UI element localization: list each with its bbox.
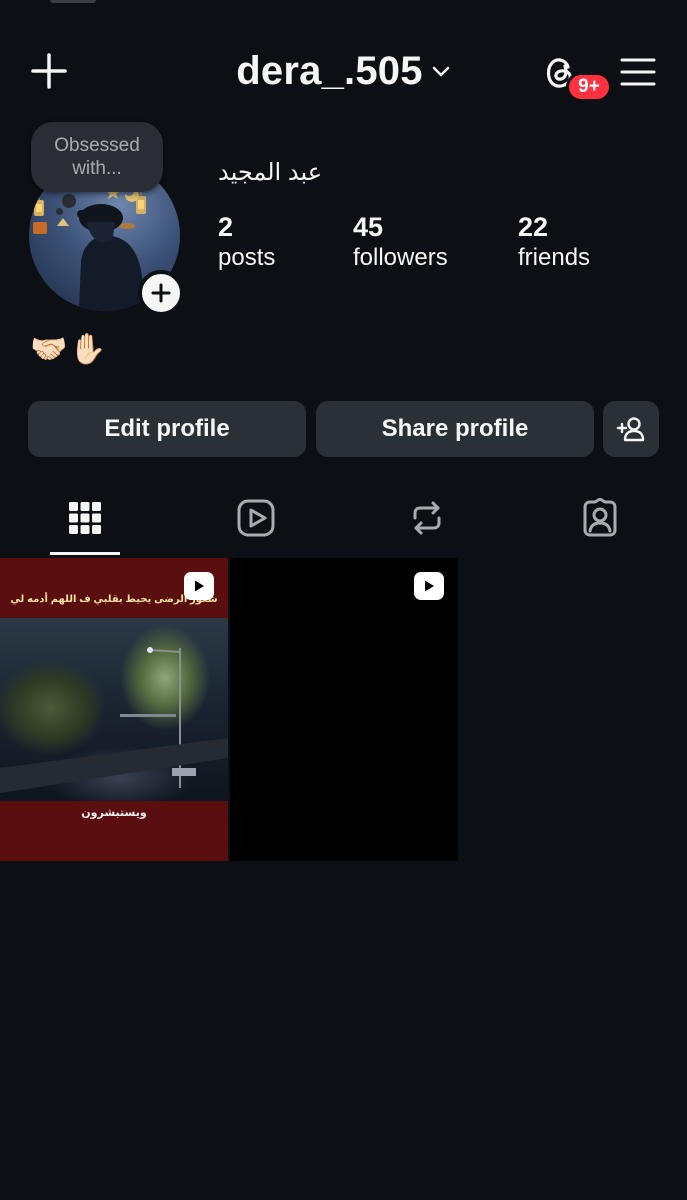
play-icon bbox=[195, 580, 204, 592]
tab-reposts[interactable] bbox=[403, 494, 451, 542]
stat-value: 45 bbox=[353, 212, 384, 242]
note-bubble-tail bbox=[56, 208, 63, 215]
reel-indicator bbox=[184, 572, 214, 600]
note-bubble-tail bbox=[62, 194, 76, 208]
profile-screen: dera_.505 9+ Obsessed with... عبد المجيد… bbox=[0, 0, 687, 1200]
reels-icon bbox=[237, 499, 275, 537]
tab-reels[interactable] bbox=[232, 494, 280, 542]
notification-badge: 9+ bbox=[566, 72, 612, 102]
add-story-button[interactable] bbox=[138, 270, 184, 316]
stat-posts[interactable]: 2 posts bbox=[218, 212, 275, 274]
reposts-icon bbox=[413, 501, 441, 535]
edit-profile-button[interactable]: Edit profile bbox=[28, 401, 306, 457]
post-thumbnail[interactable] bbox=[230, 558, 458, 861]
bio-text: 🤝🏻✋🏻 bbox=[30, 333, 109, 366]
tagged-icon bbox=[583, 498, 617, 537]
grid-icon bbox=[69, 502, 101, 534]
username: dera_.505 bbox=[236, 48, 423, 93]
add-person-icon bbox=[616, 417, 645, 442]
stat-value: 22 bbox=[518, 212, 549, 242]
tab-tagged[interactable] bbox=[576, 494, 624, 542]
note-text-line2: with... bbox=[72, 158, 122, 179]
active-tab-indicator bbox=[50, 552, 120, 555]
profile-header: dera_.505 9+ bbox=[0, 40, 687, 102]
status-bar-remnant bbox=[50, 0, 96, 3]
play-icon bbox=[425, 580, 434, 592]
night-scene-image bbox=[0, 647, 228, 793]
stat-label: friends bbox=[518, 244, 591, 271]
post-thumbnail[interactable]: شعور الرضى يحيط بقلبي ف اللهم أدمه لي وي… bbox=[0, 558, 228, 861]
stat-label: followers bbox=[353, 244, 448, 271]
display-name: عبد المجيد bbox=[218, 159, 323, 186]
plus-icon bbox=[151, 283, 171, 303]
discover-people-button[interactable] bbox=[603, 401, 659, 457]
stat-friends[interactable]: 22 friends bbox=[518, 212, 590, 274]
stat-value: 2 bbox=[218, 212, 234, 242]
tab-posts-grid[interactable] bbox=[61, 494, 109, 542]
stat-label: posts bbox=[218, 244, 276, 271]
chevron-down-icon bbox=[432, 66, 449, 77]
hamburger-menu-icon bbox=[620, 58, 656, 86]
post-caption-bottom: ويستبشرون bbox=[81, 807, 147, 819]
menu-button[interactable] bbox=[614, 48, 662, 96]
post-image bbox=[0, 618, 228, 801]
share-profile-button[interactable]: Share profile bbox=[316, 401, 594, 457]
note-text-line1: Obsessed bbox=[54, 135, 140, 156]
stat-followers[interactable]: 45 followers bbox=[353, 212, 448, 274]
reel-indicator bbox=[414, 572, 444, 600]
note-bubble[interactable]: Obsessed with... bbox=[31, 122, 163, 192]
